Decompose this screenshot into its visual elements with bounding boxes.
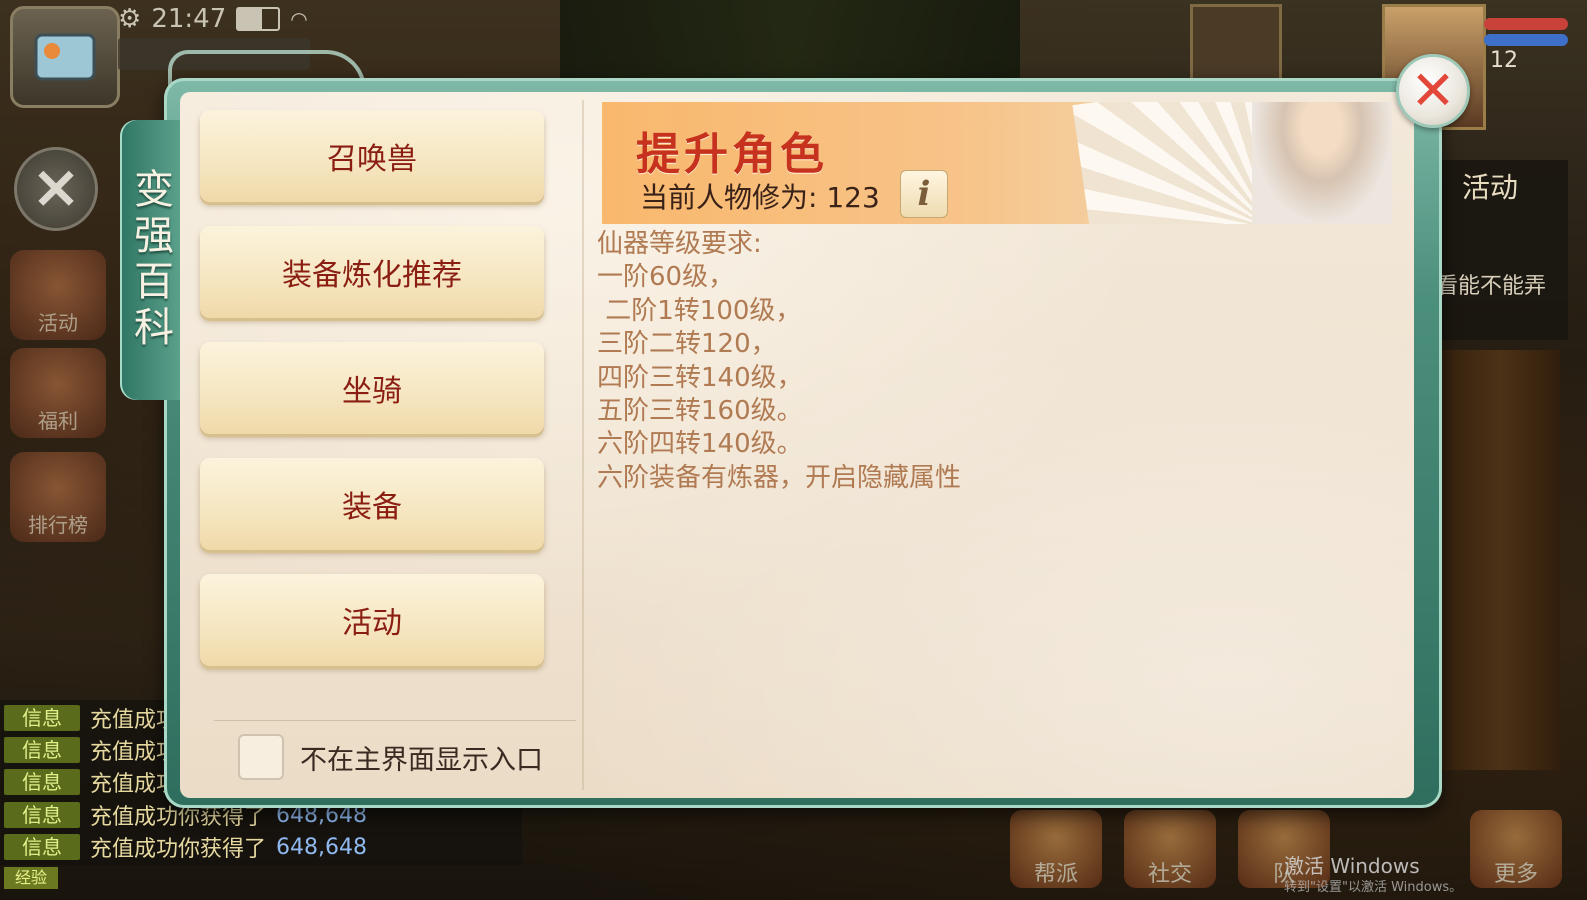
bottom-button-guild: 帮派 — [1010, 810, 1102, 888]
chat-row: 信息 充值成功 — [4, 704, 178, 733]
windows-activation-hint: 转到"设置"以激活 Windows。 — [1284, 880, 1463, 895]
chat-text: 充值成功你获得了 — [90, 837, 267, 862]
close-icon: ✕ — [1410, 59, 1456, 122]
wifi-icon: ◠ — [290, 7, 308, 31]
windows-activation-watermark: 激活 Windows — [1284, 854, 1420, 878]
character-illustration — [1252, 102, 1392, 224]
content-line: 六阶装备有炼器，开启隐藏属性 — [597, 462, 962, 493]
clock-time: 21:47 — [151, 4, 227, 34]
menu-button-activity[interactable]: 活动 — [200, 574, 544, 666]
player-level: 12 — [1490, 48, 1518, 73]
chat-row: 信息 充值成功 — [4, 736, 178, 765]
right-panel-tab: 活动 — [1462, 171, 1519, 204]
content-line: 五阶三转160级。 — [597, 395, 803, 426]
hp-bar — [1484, 18, 1568, 30]
chat-value: 648,648 — [276, 834, 367, 860]
status-bar: ⚙ 21:47 ◠ — [118, 4, 328, 34]
mp-bar — [1484, 34, 1568, 46]
dialog-close-button[interactable]: ✕ — [1396, 54, 1470, 128]
side-icon-welfare: 福利 — [10, 348, 106, 438]
bottom-button-social: 社交 — [1124, 810, 1216, 888]
fan-illustration — [1072, 102, 1272, 224]
banner-title: 提升角色 — [636, 129, 828, 180]
content-line: 三阶二转120， — [597, 329, 777, 360]
menu-button-equipment[interactable]: 装备 — [200, 458, 544, 550]
menu-footer-divider — [214, 720, 576, 721]
battery-icon — [236, 7, 281, 31]
chat-tag: 信息 — [4, 705, 80, 731]
content-text: 仙器等级要求: 一阶60级， 二阶1转100级， 三阶二转120， 四阶三转14… — [597, 228, 1397, 495]
hide-entry-label: 不在主界面显示入口 — [300, 745, 543, 776]
chat-tag: 信息 — [4, 834, 80, 860]
menu-button-mount[interactable]: 坐骑 — [200, 342, 544, 434]
content-line: 六阶四转140级。 — [597, 429, 803, 460]
chat-tag: 信息 — [4, 737, 80, 763]
content-line: 一阶60级， — [597, 262, 735, 293]
content-line: 仙器等级要求: — [597, 229, 762, 259]
menu-button-summon-beast[interactable]: 召唤兽 — [200, 110, 544, 202]
side-icon-label: 福利 — [38, 409, 78, 433]
content-line: 四阶三转140级， — [597, 362, 803, 393]
exp-badge: 经验 — [4, 867, 58, 889]
chat-row: 信息 充值成功 — [4, 768, 178, 797]
content-line: 二阶1转100级， — [597, 295, 802, 326]
bottom-button-label: 帮派 — [1033, 862, 1078, 887]
background-pillar — [1440, 350, 1560, 770]
dialog-side-tab: 变强百科 — [120, 120, 180, 400]
side-icon-ranking: 排行榜 — [10, 452, 106, 542]
chat-tag: 信息 — [4, 802, 80, 828]
background-tree — [560, 0, 1020, 90]
menu-button-equipment-refine[interactable]: 装备炼化推荐 — [200, 226, 544, 318]
bottom-button-more: 更多 — [1470, 810, 1562, 888]
side-icon-label: 排行榜 — [28, 513, 88, 537]
gear-icon: ⚙ — [118, 4, 142, 34]
hide-entry-checkbox[interactable] — [238, 734, 284, 780]
bottom-button-label: 社交 — [1147, 862, 1192, 887]
chat-row: 信息 充值成功你获得了 648,648 — [4, 833, 367, 862]
bottom-button-label: 更多 — [1493, 862, 1538, 887]
side-icon-activity: 活动 — [10, 250, 106, 340]
info-icon[interactable]: i — [900, 170, 948, 218]
dialog-title: 变强百科 — [127, 168, 173, 352]
background-close-icon: × — [14, 147, 98, 231]
side-icon-label: 活动 — [38, 311, 78, 335]
chat-tag: 信息 — [4, 769, 80, 795]
cultivation-label: 当前人物修为: 123 — [640, 181, 880, 214]
map-icon[interactable] — [10, 6, 120, 108]
column-divider — [582, 100, 584, 790]
